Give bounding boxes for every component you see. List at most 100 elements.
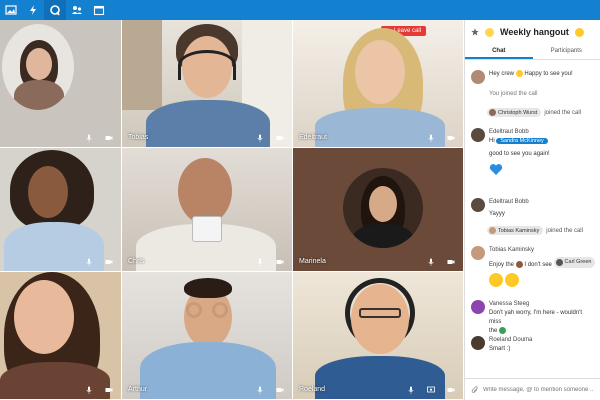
microphone-icon[interactable] <box>85 134 93 142</box>
participant-name: Edeltraut <box>299 134 328 141</box>
message-text: Happy to see you! <box>524 71 573 78</box>
camera-icon[interactable] <box>105 258 113 266</box>
user-chip[interactable]: Christoph Wurst <box>487 108 542 117</box>
participant-name: Roeland <box>299 386 326 393</box>
message-sender: Vanessa Steeg <box>489 301 530 307</box>
tile-controls <box>85 258 113 266</box>
participant-name: Tobias <box>128 134 149 141</box>
microphone-icon[interactable] <box>85 386 93 394</box>
message-input[interactable] <box>483 386 593 393</box>
tile-controls <box>256 134 284 142</box>
video-tile[interactable] <box>0 272 122 400</box>
top-navigation-bar <box>0 0 600 20</box>
participant-avatar <box>343 168 423 248</box>
microphone-icon[interactable] <box>256 258 264 266</box>
video-tile[interactable]: Marinela <box>293 148 464 272</box>
video-tile[interactable]: Roeland <box>293 272 464 400</box>
message: Hey crew Happy to see you! <box>471 70 596 84</box>
camera-icon[interactable] <box>276 134 284 142</box>
activity-icon[interactable] <box>22 0 44 20</box>
camera-icon[interactable] <box>447 134 455 142</box>
video-tile[interactable]: Chris <box>122 148 293 272</box>
globe-emoji-icon <box>499 327 507 334</box>
microphone-icon[interactable] <box>256 134 264 142</box>
avatar <box>471 128 485 142</box>
camera-icon[interactable] <box>105 134 113 142</box>
tab-participants[interactable]: Participants <box>533 44 600 59</box>
message-text: Smart :) <box>489 346 511 352</box>
message: Vanessa Steeg Don't yah worry, I'm here … <box>471 300 596 336</box>
camera-icon[interactable] <box>447 386 455 394</box>
tile-controls <box>85 134 113 142</box>
message-text: I don't see <box>524 262 552 268</box>
tile-controls <box>427 134 455 142</box>
talk-icon[interactable] <box>44 0 66 20</box>
message-text: Hey crew <box>489 71 515 78</box>
tile-controls <box>256 386 284 394</box>
message: Tobias Kaminsky Enjoy the I don't see Ca… <box>471 246 596 287</box>
message-sender: Edeltraut Bobb <box>489 199 529 205</box>
attachment-icon[interactable] <box>471 385 479 394</box>
message-text: joined the call <box>546 227 583 234</box>
dizzy-face-emoji-icon <box>489 273 503 287</box>
microphone-icon[interactable] <box>407 386 415 394</box>
tile-controls <box>427 258 455 266</box>
microphone-icon[interactable] <box>427 134 435 142</box>
message-sender: Tobias Kaminsky <box>489 247 535 253</box>
message-sender: Edeltraut Bobb <box>489 129 529 135</box>
heart-eyes-emoji-icon <box>574 27 584 37</box>
blue-heart-icon <box>489 164 503 175</box>
user-chip[interactable]: Carl Green <box>553 257 596 268</box>
video-grid: Tobias Leave call Edeltraut Chris Marine… <box>0 20 464 400</box>
camera-icon[interactable] <box>276 258 284 266</box>
participant-name: Marinela <box>299 258 326 265</box>
video-tile[interactable]: Leave call Edeltraut <box>293 20 464 148</box>
camera-icon[interactable] <box>276 386 284 394</box>
grinning-emoji-icon <box>504 273 519 287</box>
participant-name: Arthur <box>128 386 148 393</box>
message: Roeland Douma Smart :) <box>471 336 596 354</box>
video-tile[interactable]: Arthur <box>122 272 293 400</box>
message-text: Hi <box>489 138 495 144</box>
microphone-icon[interactable] <box>256 386 264 394</box>
tab-chat[interactable]: Chat <box>465 44 533 59</box>
message: Edeltraut Bobb Yayyy <box>471 198 596 219</box>
message-list: Hey crew Happy to see you! You joined th… <box>465 64 600 378</box>
tile-controls <box>256 258 284 266</box>
microphone-icon[interactable] <box>85 258 93 266</box>
microphone-icon[interactable] <box>427 258 435 266</box>
tile-controls <box>407 386 455 394</box>
participant-name: Chris <box>128 258 145 265</box>
video-tile[interactable] <box>0 20 122 148</box>
camera-icon[interactable] <box>105 386 113 394</box>
camera-icon[interactable] <box>447 258 455 266</box>
avatar <box>471 336 485 350</box>
avatar <box>471 70 485 84</box>
coffee-emoji-icon <box>515 260 523 268</box>
mention-chip[interactable]: Sandra McKinney <box>496 138 548 144</box>
message-text: You joined the call <box>489 91 538 97</box>
star-icon[interactable] <box>471 28 479 36</box>
user-chip[interactable]: Tobias Kaminsky <box>487 226 544 235</box>
message-text: the <box>489 328 498 335</box>
chat-sidebar: Weekly hangout Chat Participants Hey cre… <box>464 20 600 400</box>
avatar <box>471 246 485 260</box>
video-tile[interactable]: Tobias <box>122 20 293 148</box>
screenshare-icon[interactable] <box>427 386 435 394</box>
video-tile[interactable] <box>0 148 122 272</box>
system-message: Tobias Kaminsky joined the call <box>471 226 596 235</box>
avatar <box>471 300 485 314</box>
message-text: Enjoy the <box>489 262 515 268</box>
message-text: good to see you again! <box>489 151 550 157</box>
heart-eyes-emoji-icon <box>515 70 523 77</box>
message-text: Don't yah worry, I'm here - wouldn't mis… <box>489 310 583 325</box>
message: Edeltraut Bobb Hi Sandra McKinney good t… <box>471 128 596 180</box>
message-composer <box>465 378 600 400</box>
calendar-icon[interactable] <box>88 0 110 20</box>
contacts-icon[interactable] <box>66 0 88 20</box>
participant-avatar <box>2 24 74 110</box>
avatar <box>471 198 485 212</box>
message-sender: Roeland Douma <box>489 337 533 343</box>
image-icon[interactable] <box>0 0 22 20</box>
conversation-title: Weekly hangout <box>500 27 569 37</box>
